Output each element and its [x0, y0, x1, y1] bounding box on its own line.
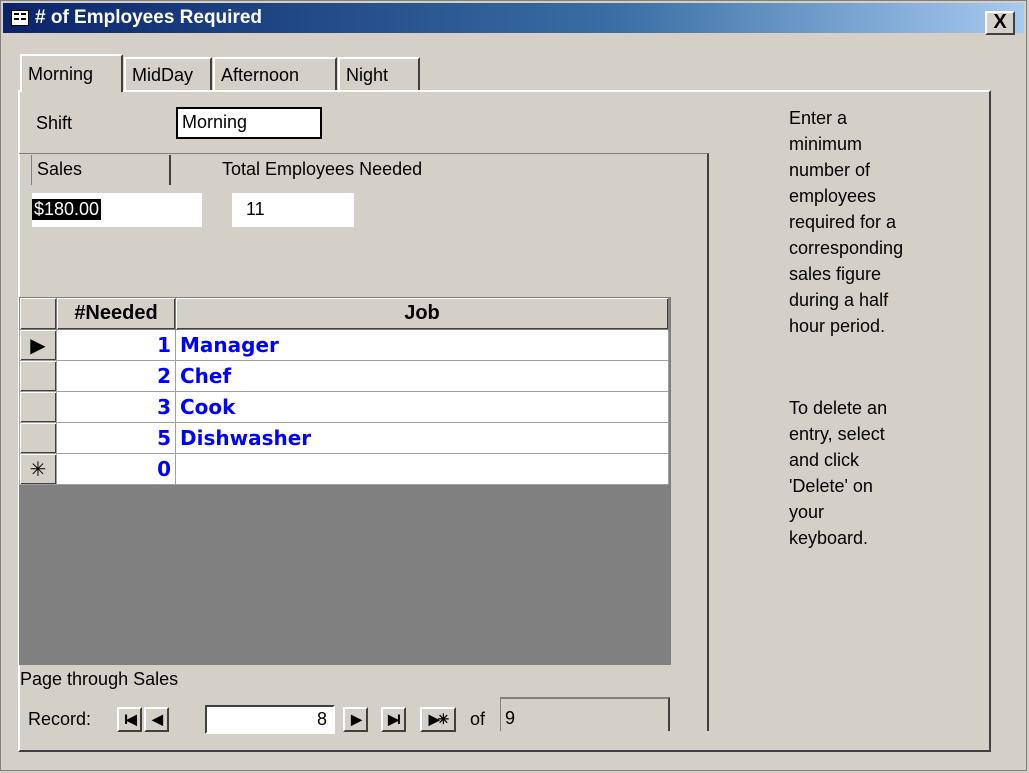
last-record-icon: ▶I: [388, 711, 401, 727]
form-icon: [11, 10, 29, 26]
window-title: # of Employees Required: [35, 7, 263, 28]
tab-afternoon[interactable]: Afternoon: [213, 57, 337, 90]
record-selector[interactable]: [19, 422, 57, 454]
table-row[interactable]: 5 Dishwasher: [19, 422, 669, 454]
instructions-enter: Enter a minimum number of employees requ…: [789, 108, 904, 336]
job-cell[interactable]: Cook: [175, 391, 669, 423]
tab-label: Morning: [28, 64, 94, 84]
shift-field[interactable]: Morning: [176, 107, 322, 139]
job-cell[interactable]: Manager: [175, 329, 669, 361]
title-bar[interactable]: # of Employees Required: [3, 3, 1024, 33]
table-row[interactable]: ▶ 1 Manager: [19, 329, 669, 361]
sales-value: $180.00: [32, 199, 102, 220]
record-count: 9: [500, 697, 670, 731]
tab-label: Night: [346, 65, 389, 85]
previous-record-button[interactable]: ◀: [144, 707, 169, 732]
tab-label: Afternoon: [221, 65, 300, 85]
needed-cell[interactable]: 1: [56, 329, 176, 361]
new-record-button[interactable]: ▶✳: [420, 707, 456, 732]
column-header-needed[interactable]: #Needed: [56, 297, 176, 330]
column-header-job[interactable]: Job: [175, 297, 669, 330]
job-cell[interactable]: Chef: [175, 360, 669, 392]
previous-record-icon: ◀: [152, 711, 163, 727]
total-employees-value: 11: [246, 199, 265, 219]
needed-cell[interactable]: 5: [56, 422, 176, 454]
jobs-datasheet: #Needed Job ▶ 1 Manager 2 Chef 3 Cook 5 …: [19, 297, 671, 665]
record-selector[interactable]: [19, 360, 57, 392]
tab-label: MidDay: [132, 65, 194, 85]
needed-cell[interactable]: 2: [56, 360, 176, 392]
of-label: of: [470, 709, 486, 729]
job-cell[interactable]: [175, 453, 669, 485]
sales-label: Sales: [37, 159, 83, 179]
shift-label: Shift: [36, 113, 73, 133]
next-record-icon: ▶: [351, 711, 362, 727]
new-record-row[interactable]: ✳ 0: [19, 453, 669, 485]
last-record-button[interactable]: ▶I: [381, 707, 406, 732]
sales-field[interactable]: $180.00: [32, 193, 202, 227]
tab-morning[interactable]: Morning: [20, 54, 123, 92]
close-icon: X: [993, 11, 1007, 33]
close-button[interactable]: X: [985, 11, 1015, 35]
record-number-field[interactable]: 8: [205, 705, 335, 734]
new-record-selector[interactable]: ✳: [19, 453, 57, 485]
instructions-delete: To delete an entry, select and click 'De…: [789, 398, 888, 548]
table-row[interactable]: 3 Cook: [19, 391, 669, 423]
row-selector-header[interactable]: [19, 297, 57, 330]
table-row[interactable]: 2 Chef: [19, 360, 669, 392]
first-record-icon: I◀: [124, 711, 137, 727]
header-row: #Needed Job: [19, 297, 669, 330]
total-employees-field[interactable]: 11: [232, 193, 354, 227]
page-through-label: Page through Sales: [20, 669, 179, 689]
sales-label-box: Sales: [31, 155, 171, 185]
tab-night[interactable]: Night: [338, 57, 420, 90]
record-selector[interactable]: [19, 391, 57, 423]
record-label: Record:: [28, 709, 92, 729]
first-record-button[interactable]: I◀: [117, 707, 142, 732]
tab-midday[interactable]: MidDay: [124, 57, 212, 90]
record-selector-current[interactable]: ▶: [19, 329, 57, 361]
job-cell[interactable]: Dishwasher: [175, 422, 669, 454]
new-record-icon: ▶✳: [428, 711, 449, 727]
next-record-button[interactable]: ▶: [343, 707, 368, 732]
jobs-table: #Needed Job ▶ 1 Manager 2 Chef 3 Cook 5 …: [19, 297, 669, 485]
total-employees-label: Total Employees Needed: [222, 159, 423, 179]
needed-cell[interactable]: 3: [56, 391, 176, 423]
needed-cell[interactable]: 0: [56, 453, 176, 485]
